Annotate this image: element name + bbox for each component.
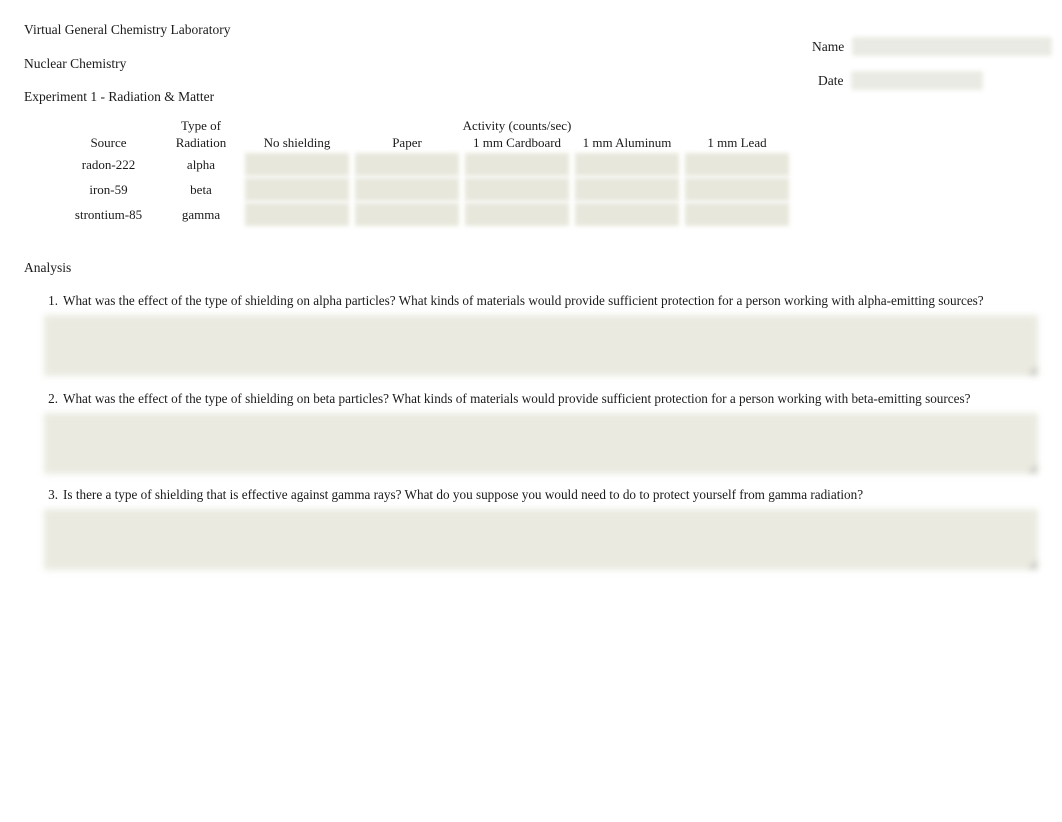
input-no-shielding[interactable] bbox=[245, 153, 349, 176]
row-source-label: strontium-85 bbox=[74, 206, 143, 222]
unit-title: Nuclear Chemistry bbox=[24, 56, 127, 71]
row-radiation-label: beta bbox=[190, 181, 212, 197]
row-radiation-label: gamma bbox=[181, 206, 221, 222]
input-paper[interactable] bbox=[355, 178, 459, 201]
input-no-shielding[interactable] bbox=[245, 203, 349, 226]
column-group-header-activity: Activity (counts/sec) bbox=[462, 117, 572, 133]
cell-no-shielding[interactable] bbox=[242, 177, 352, 202]
question-number: 1. bbox=[48, 293, 58, 308]
column-header-source: Source bbox=[90, 135, 127, 150]
answer-textarea-1[interactable] bbox=[44, 315, 1038, 376]
input-no-shielding[interactable] bbox=[245, 178, 349, 201]
name-input[interactable] bbox=[852, 37, 1053, 56]
input-aluminum[interactable] bbox=[575, 153, 679, 176]
spacer-source bbox=[57, 117, 160, 134]
input-cardboard[interactable] bbox=[465, 153, 569, 176]
answer-textarea-3[interactable] bbox=[44, 509, 1038, 570]
question-text: Is there a type of shielding that is eff… bbox=[63, 487, 864, 502]
experiment-title: Experiment 1 - Radiation & Matter bbox=[24, 89, 215, 104]
analysis-question-1: 1. What was the effect of the type of sh… bbox=[44, 292, 1038, 381]
input-cardboard[interactable] bbox=[465, 203, 569, 226]
cell-cardboard[interactable] bbox=[462, 202, 572, 227]
cell-paper[interactable] bbox=[352, 202, 462, 227]
input-aluminum[interactable] bbox=[575, 203, 679, 226]
question-line: 2. What was the effect of the type of sh… bbox=[44, 390, 1038, 407]
table-header-row: Source Radiation No shielding Paper 1 mm… bbox=[57, 134, 792, 152]
input-lead[interactable] bbox=[685, 153, 789, 176]
cell-cardboard[interactable] bbox=[462, 152, 572, 177]
table-row: radon-222 alpha bbox=[57, 152, 792, 177]
cell-aluminum[interactable] bbox=[572, 202, 682, 227]
question-line: 1. What was the effect of the type of sh… bbox=[44, 292, 1038, 309]
column-header-no-shielding: No shielding bbox=[263, 135, 331, 150]
answer-textarea-2[interactable] bbox=[44, 413, 1038, 474]
cell-aluminum[interactable] bbox=[572, 152, 682, 177]
question-text: What was the effect of the type of shiel… bbox=[63, 293, 984, 308]
column-header-type-line1: Type of bbox=[181, 117, 221, 133]
column-header-cardboard: 1 mm Cardboard bbox=[472, 135, 562, 150]
question-number: 2. bbox=[48, 391, 58, 406]
input-lead[interactable] bbox=[685, 203, 789, 226]
column-header-lead: 1 mm Lead bbox=[707, 135, 767, 150]
column-header-aluminum: 1 mm Aluminum bbox=[582, 135, 672, 150]
cell-paper[interactable] bbox=[352, 152, 462, 177]
lab-title: Virtual General Chemistry Laboratory bbox=[24, 22, 231, 37]
cell-paper[interactable] bbox=[352, 177, 462, 202]
cell-lead[interactable] bbox=[682, 202, 792, 227]
date-label: Date bbox=[818, 72, 844, 88]
table-row: strontium-85 gamma bbox=[57, 202, 792, 227]
analysis-question-2: 2. What was the effect of the type of sh… bbox=[44, 390, 1038, 479]
column-header-type-line2: Radiation bbox=[175, 135, 227, 150]
cell-no-shielding[interactable] bbox=[242, 152, 352, 177]
input-cardboard[interactable] bbox=[465, 178, 569, 201]
cell-cardboard[interactable] bbox=[462, 177, 572, 202]
cell-no-shielding[interactable] bbox=[242, 202, 352, 227]
question-text: What was the effect of the type of shiel… bbox=[63, 391, 971, 406]
table-row: iron-59 beta bbox=[57, 177, 792, 202]
input-paper[interactable] bbox=[355, 153, 459, 176]
analysis-question-3: 3. Is there a type of shielding that is … bbox=[44, 486, 1038, 575]
name-label: Name bbox=[812, 38, 845, 54]
column-header-paper: Paper bbox=[392, 135, 422, 150]
name-row: Name bbox=[812, 37, 1053, 56]
date-row: Date bbox=[818, 71, 984, 90]
date-input[interactable] bbox=[851, 71, 984, 90]
analysis-heading: Analysis bbox=[24, 260, 72, 275]
input-paper[interactable] bbox=[355, 203, 459, 226]
row-radiation-label: alpha bbox=[186, 156, 216, 172]
table-group-header-row: Type of Activity (counts/sec) bbox=[57, 117, 792, 134]
question-line: 3. Is there a type of shielding that is … bbox=[44, 486, 1038, 503]
row-source-label: iron-59 bbox=[89, 181, 128, 197]
cell-aluminum[interactable] bbox=[572, 177, 682, 202]
activity-data-table: Type of Activity (counts/sec) Source Rad… bbox=[57, 117, 792, 227]
cell-lead[interactable] bbox=[682, 177, 792, 202]
cell-lead[interactable] bbox=[682, 152, 792, 177]
question-number: 3. bbox=[48, 487, 58, 502]
input-aluminum[interactable] bbox=[575, 178, 679, 201]
input-lead[interactable] bbox=[685, 178, 789, 201]
row-source-label: radon-222 bbox=[81, 156, 136, 172]
